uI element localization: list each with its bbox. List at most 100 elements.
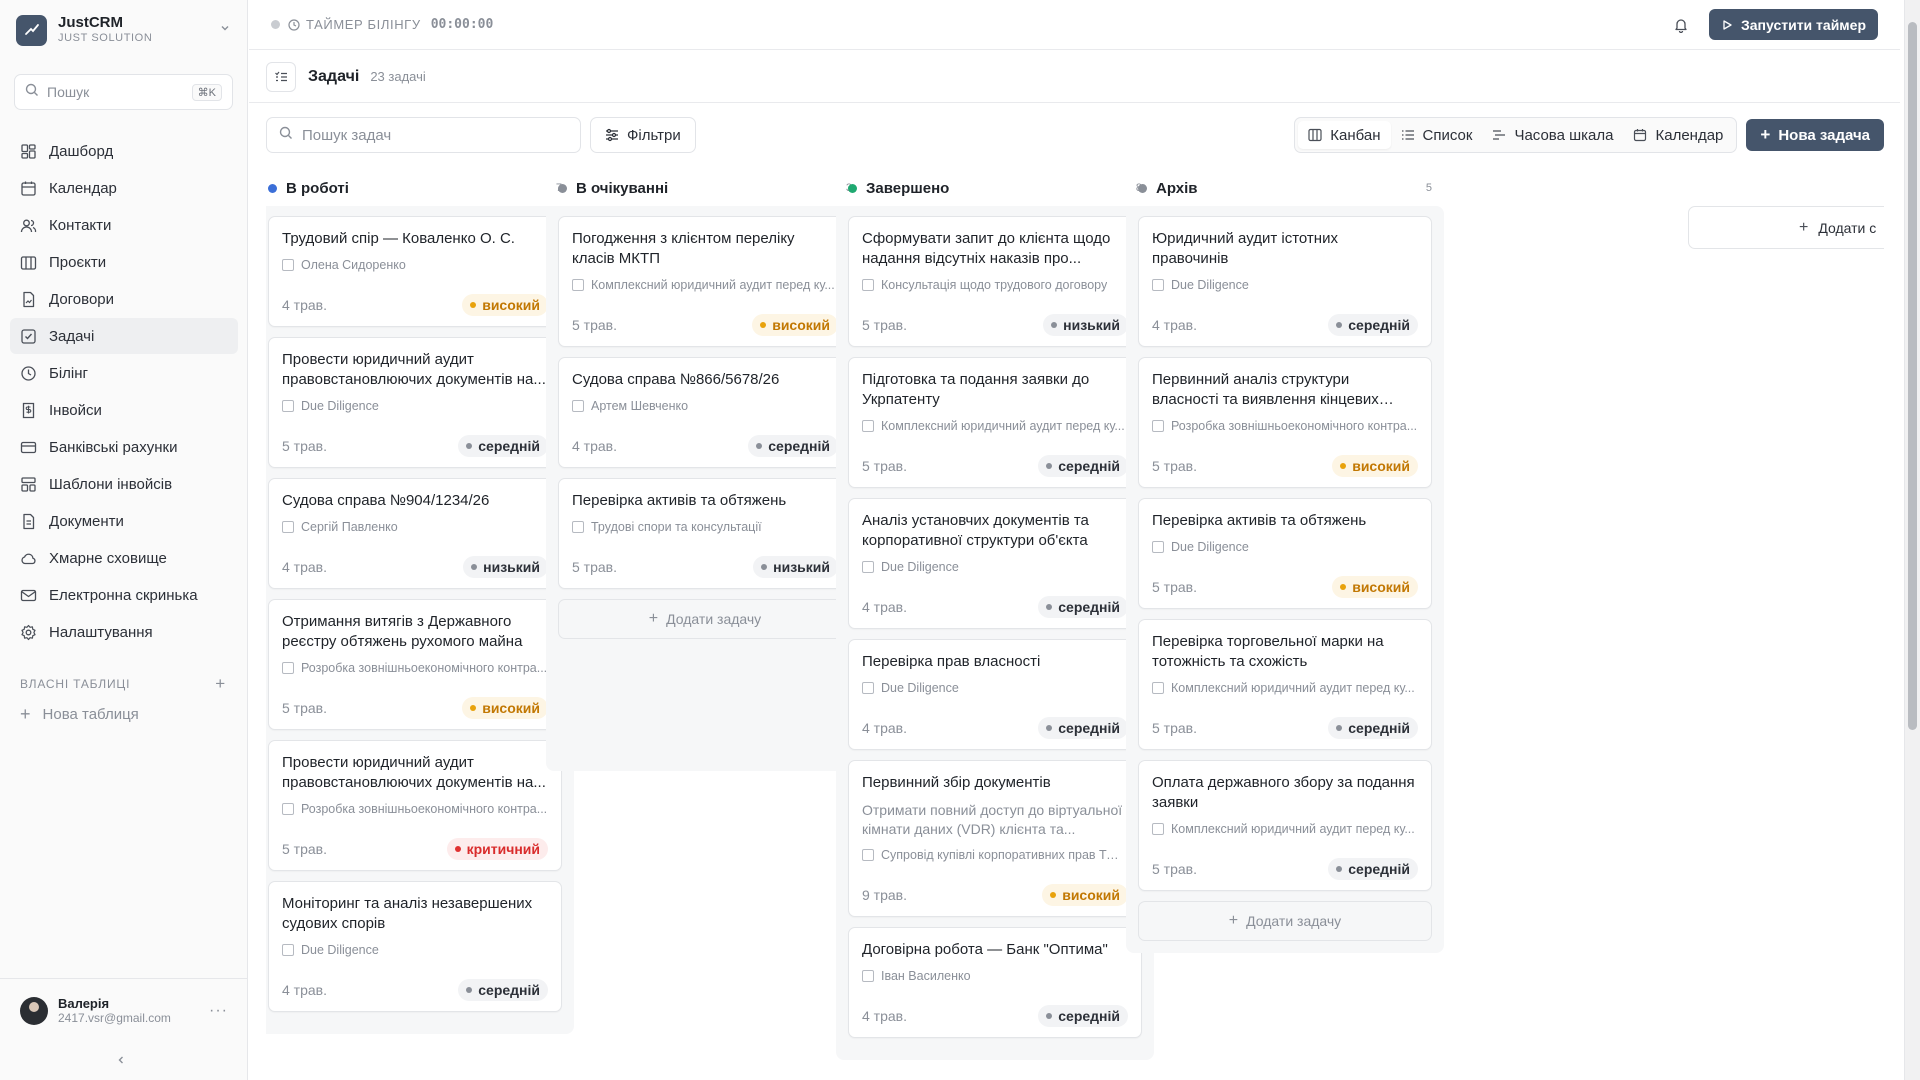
task-card[interactable]: Судова справа №866/5678/26 Артем Шевченко…: [558, 357, 852, 468]
sidebar-item-contracts[interactable]: Договори: [10, 281, 238, 317]
priority-dot: [1050, 892, 1057, 898]
add-task-button[interactable]: + Додати задачу: [558, 599, 852, 639]
task-meta-text: Олена Сидоренко: [301, 258, 406, 272]
task-meta-text: Комплексний юридичний аудит перед ку...: [1171, 822, 1415, 836]
priority-label: середній: [1058, 1008, 1120, 1024]
task-title: Провести юридичний аудит правовстановлюю…: [282, 754, 546, 791]
task-card[interactable]: Трудовий спір — Коваленко О. С. Олена Сид…: [268, 216, 562, 327]
priority-badge: високий: [462, 697, 548, 719]
task-due-date: 4 трав.: [862, 720, 907, 736]
sidebar-item-label: Електронна скринька: [49, 586, 198, 604]
sidebar-item-gear[interactable]: Налаштування: [10, 614, 238, 650]
task-card[interactable]: Перевірка активів та обтяжень Трудові спо…: [558, 478, 852, 589]
user-profile[interactable]: Валерія 2417.vsr@gmail.com ···: [0, 978, 248, 1042]
page-title: Задачі: [308, 67, 360, 85]
collapse-sidebar-icon[interactable]: [116, 1052, 126, 1068]
task-title: Юридичний аудит істотних правочинів: [1152, 230, 1338, 267]
task-meta: Артем Шевченко: [572, 399, 838, 413]
sidebar-item-contacts[interactable]: Контакти: [10, 207, 238, 243]
sidebar-search[interactable]: Пошук ⌘K: [14, 74, 233, 110]
column-status-dot: [558, 183, 567, 193]
tasks-view-icon[interactable]: [266, 61, 296, 92]
view-tab-list[interactable]: Список: [1391, 121, 1483, 149]
priority-badge: середній: [1328, 858, 1418, 880]
sidebar-item-cloud[interactable]: Хмарне сховище: [10, 540, 238, 576]
task-card[interactable]: Провести юридичний аудит правовстановлюю…: [268, 337, 562, 468]
workspace-switcher[interactable]: JustCRM JUST SOLUTION: [0, 0, 247, 60]
task-card[interactable]: Перевірка прав власності Due Diligence 4 т…: [848, 639, 1142, 750]
task-card[interactable]: Оплата державного збору за подання заявк…: [1138, 760, 1432, 891]
view-tab-kanban[interactable]: Канбан: [1298, 121, 1391, 149]
more-icon[interactable]: ···: [209, 1002, 228, 1020]
sidebar-item-documents[interactable]: Документи: [10, 503, 238, 539]
task-footer: 5 трав. високий: [1152, 455, 1418, 477]
priority-badge: високий: [1332, 455, 1418, 477]
task-due-date: 5 трав.: [1152, 579, 1197, 595]
sidebar-item-dashboard[interactable]: Дашборд: [10, 133, 238, 169]
sidebar-item-label: Налаштування: [49, 623, 153, 641]
sidebar-item-tasks[interactable]: Задачі: [10, 318, 238, 354]
task-title: Судова справа №904/1234/26: [282, 492, 490, 509]
priority-dot: [471, 564, 478, 570]
task-search-placeholder: Пошук задач: [302, 126, 392, 144]
project-icon: [862, 279, 874, 291]
task-search-input[interactable]: Пошук задач: [266, 117, 581, 153]
column-title: Архів: [1156, 179, 1198, 197]
new-task-button[interactable]: + Нова задача: [1746, 119, 1884, 151]
view-tab-timeline[interactable]: Часова шкала: [1482, 121, 1623, 149]
filters-button[interactable]: Фільтри: [590, 117, 696, 153]
task-card[interactable]: Сформувати запит до клієнта щодо надання…: [848, 216, 1142, 347]
task-card[interactable]: Юридичний аудит істотних правочинів Due D…: [1138, 216, 1432, 347]
priority-label: високий: [772, 317, 830, 333]
task-card[interactable]: Первинний аналіз структури власності та …: [1138, 357, 1432, 488]
task-card[interactable]: Договірна робота — Банк "Оптима" Іван Вас…: [848, 927, 1142, 1038]
bell-icon[interactable]: [1673, 17, 1689, 33]
task-card[interactable]: Перевірка торговельної марки на тотожніс…: [1138, 619, 1432, 750]
sidebar-item-projects[interactable]: Проєкти: [10, 244, 238, 280]
task-card[interactable]: Перевірка активів та обтяжень Due Diligen…: [1138, 498, 1432, 609]
task-card[interactable]: Судова справа №904/1234/26 Сергій Павленк…: [268, 478, 562, 589]
task-card[interactable]: Отримання витягів з Державного реєстру о…: [268, 599, 562, 730]
priority-label: середній: [1348, 720, 1410, 736]
priority-badge: середній: [1328, 717, 1418, 739]
task-card[interactable]: Погодження з клієнтом переліку класів МК…: [558, 216, 852, 347]
task-meta: Due Diligence: [862, 560, 1128, 574]
task-title: Аналіз установчих документів та корпорат…: [862, 512, 1089, 549]
scrollbar-thumb[interactable]: [1908, 22, 1917, 730]
task-card[interactable]: Первинний збір документів Отримати повний…: [848, 760, 1142, 917]
task-title: Судова справа №866/5678/26: [572, 371, 780, 388]
priority-dot: [1336, 866, 1343, 872]
task-title: Провести юридичний аудит правовстановлюю…: [282, 351, 546, 388]
priority-label: середній: [1058, 458, 1120, 474]
sidebar-item-templates[interactable]: Шаблони інвойсів: [10, 466, 238, 502]
task-card[interactable]: Провести юридичний аудит правовстановлюю…: [268, 740, 562, 871]
add-task-button[interactable]: + Додати задачу: [1138, 901, 1432, 941]
task-meta: Розробка зовнішньоекономічного контра...: [282, 661, 548, 675]
sidebar-item-billing[interactable]: Білінг: [10, 355, 238, 391]
sidebar-item-mail[interactable]: Електронна скринька: [10, 577, 238, 613]
priority-dot: [470, 302, 477, 308]
new-table-label: Нова таблиця: [42, 706, 139, 723]
task-meta: Комплексний юридичний аудит перед ку...: [1152, 681, 1418, 695]
sidebar-item-bank[interactable]: Банківські рахунки: [10, 429, 238, 465]
add-table-icon[interactable]: +: [215, 674, 226, 694]
task-meta: Due Diligence: [1152, 540, 1418, 554]
timeline-icon: [1492, 128, 1506, 142]
task-card[interactable]: Моніторинг та аналіз незавершених судови…: [268, 881, 562, 1012]
task-due-date: 5 трав.: [862, 317, 907, 333]
view-tab-calendar[interactable]: Календар: [1623, 121, 1733, 149]
sidebar-item-label: Договори: [49, 290, 115, 308]
view-label: Список: [1422, 126, 1473, 144]
add-column-button[interactable]: + Додати с: [1688, 206, 1884, 249]
task-meta: Сергій Павленко: [282, 520, 548, 534]
task-card[interactable]: Аналіз установчих документів та корпорат…: [848, 498, 1142, 629]
priority-label: середній: [478, 438, 540, 454]
sidebar-item-invoices[interactable]: Інвойси: [10, 392, 238, 428]
new-table-button[interactable]: + Нова таблиця: [20, 704, 139, 725]
page-scrollbar[interactable]: [1904, 0, 1920, 1080]
task-footer: 4 трав. високий: [282, 294, 548, 316]
sidebar-search-placeholder: Пошук: [47, 84, 90, 100]
start-timer-button[interactable]: Запустити таймер: [1709, 9, 1878, 40]
sidebar-item-calendar[interactable]: Календар: [10, 170, 238, 206]
task-card[interactable]: Підготовка та подання заявки до Укрпатен…: [848, 357, 1142, 488]
